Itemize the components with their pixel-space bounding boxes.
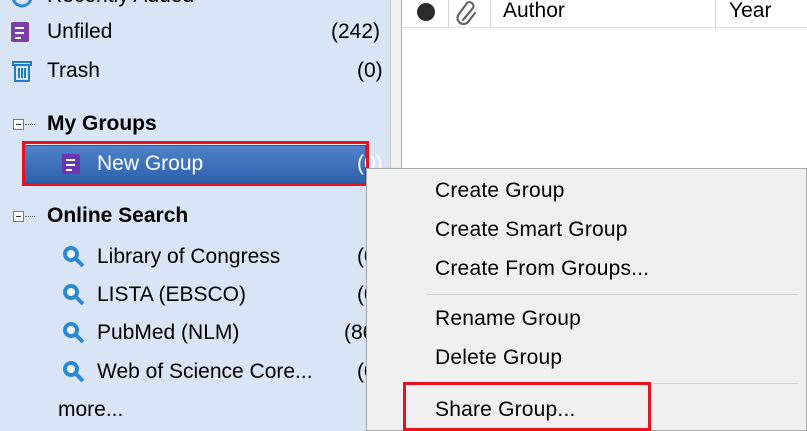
unfiled-folder-icon bbox=[11, 22, 29, 42]
menu-item-create-group[interactable]: Create Group bbox=[435, 179, 565, 203]
menu-item-share-group[interactable]: Share Group... bbox=[435, 398, 576, 422]
online-search-icon bbox=[63, 246, 85, 268]
sidebar-item-label: PubMed (NLM) bbox=[97, 321, 240, 344]
sidebar-item-new-group[interactable]: New Group (0) bbox=[0, 146, 390, 182]
sidebar-item-label: Web of Science Core... bbox=[97, 360, 313, 383]
my-groups-header[interactable]: My Groups bbox=[0, 106, 390, 142]
online-search-icon bbox=[63, 322, 85, 344]
sidebar-item-label: Library of Congress bbox=[97, 245, 281, 268]
sidebar-item-lista[interactable]: LISTA (EBSCO) (0) bbox=[0, 277, 390, 313]
column-year[interactable]: Year bbox=[729, 0, 771, 23]
menu-separator bbox=[427, 383, 798, 384]
sidebar-item-trash[interactable]: Trash (0) bbox=[0, 53, 390, 89]
sidebar-item-label: Unfiled bbox=[47, 20, 113, 43]
sidebar-item-label: LISTA (EBSCO) bbox=[97, 283, 246, 306]
item-count: (242) bbox=[331, 20, 381, 43]
sidebar-more-link[interactable]: more... bbox=[0, 392, 390, 428]
attachment-paperclip-icon[interactable] bbox=[456, 0, 480, 26]
section-title: Online Search bbox=[47, 204, 189, 227]
groups-sidebar: Recently Added Unfiled (242) Trash (0) M… bbox=[0, 0, 390, 431]
column-author[interactable]: Author bbox=[503, 0, 565, 23]
sidebar-item-label: Recently Added bbox=[47, 0, 194, 8]
online-search-icon bbox=[63, 284, 85, 306]
column-header: Author Year bbox=[402, 0, 807, 28]
online-search-header[interactable]: Online Search bbox=[0, 198, 390, 234]
menu-item-rename-group[interactable]: Rename Group bbox=[435, 307, 581, 331]
sidebar-item-pubmed[interactable]: PubMed (NLM) (86) bbox=[0, 315, 390, 351]
read-status-dot-icon[interactable] bbox=[417, 3, 435, 21]
sidebar-item-recently-added[interactable]: Recently Added bbox=[0, 0, 390, 14]
sidebar-item-label: Trash bbox=[47, 59, 100, 82]
menu-item-create-smart-group[interactable]: Create Smart Group bbox=[435, 218, 628, 242]
section-title: My Groups bbox=[47, 112, 157, 135]
collapse-icon[interactable] bbox=[13, 211, 24, 222]
sidebar-item-web-of-science[interactable]: Web of Science Core... (0) bbox=[0, 354, 390, 390]
item-count: (0) bbox=[357, 59, 383, 82]
collapse-icon[interactable] bbox=[13, 119, 24, 130]
sidebar-item-label: New Group bbox=[97, 152, 204, 175]
menu-separator bbox=[427, 294, 798, 295]
more-link-label: more... bbox=[58, 398, 124, 421]
sidebar-item-library-of-congress[interactable]: Library of Congress (0) bbox=[0, 239, 390, 275]
menu-item-delete-group[interactable]: Delete Group bbox=[435, 346, 562, 370]
group-icon bbox=[62, 154, 80, 174]
recent-icon bbox=[11, 0, 33, 8]
online-search-icon bbox=[63, 361, 85, 383]
group-context-menu: Create Group Create Smart Group Create F… bbox=[366, 168, 807, 431]
trash-icon bbox=[12, 61, 32, 82]
sidebar-item-unfiled[interactable]: Unfiled (242) bbox=[0, 14, 390, 50]
menu-item-create-from-groups[interactable]: Create From Groups... bbox=[435, 257, 649, 281]
